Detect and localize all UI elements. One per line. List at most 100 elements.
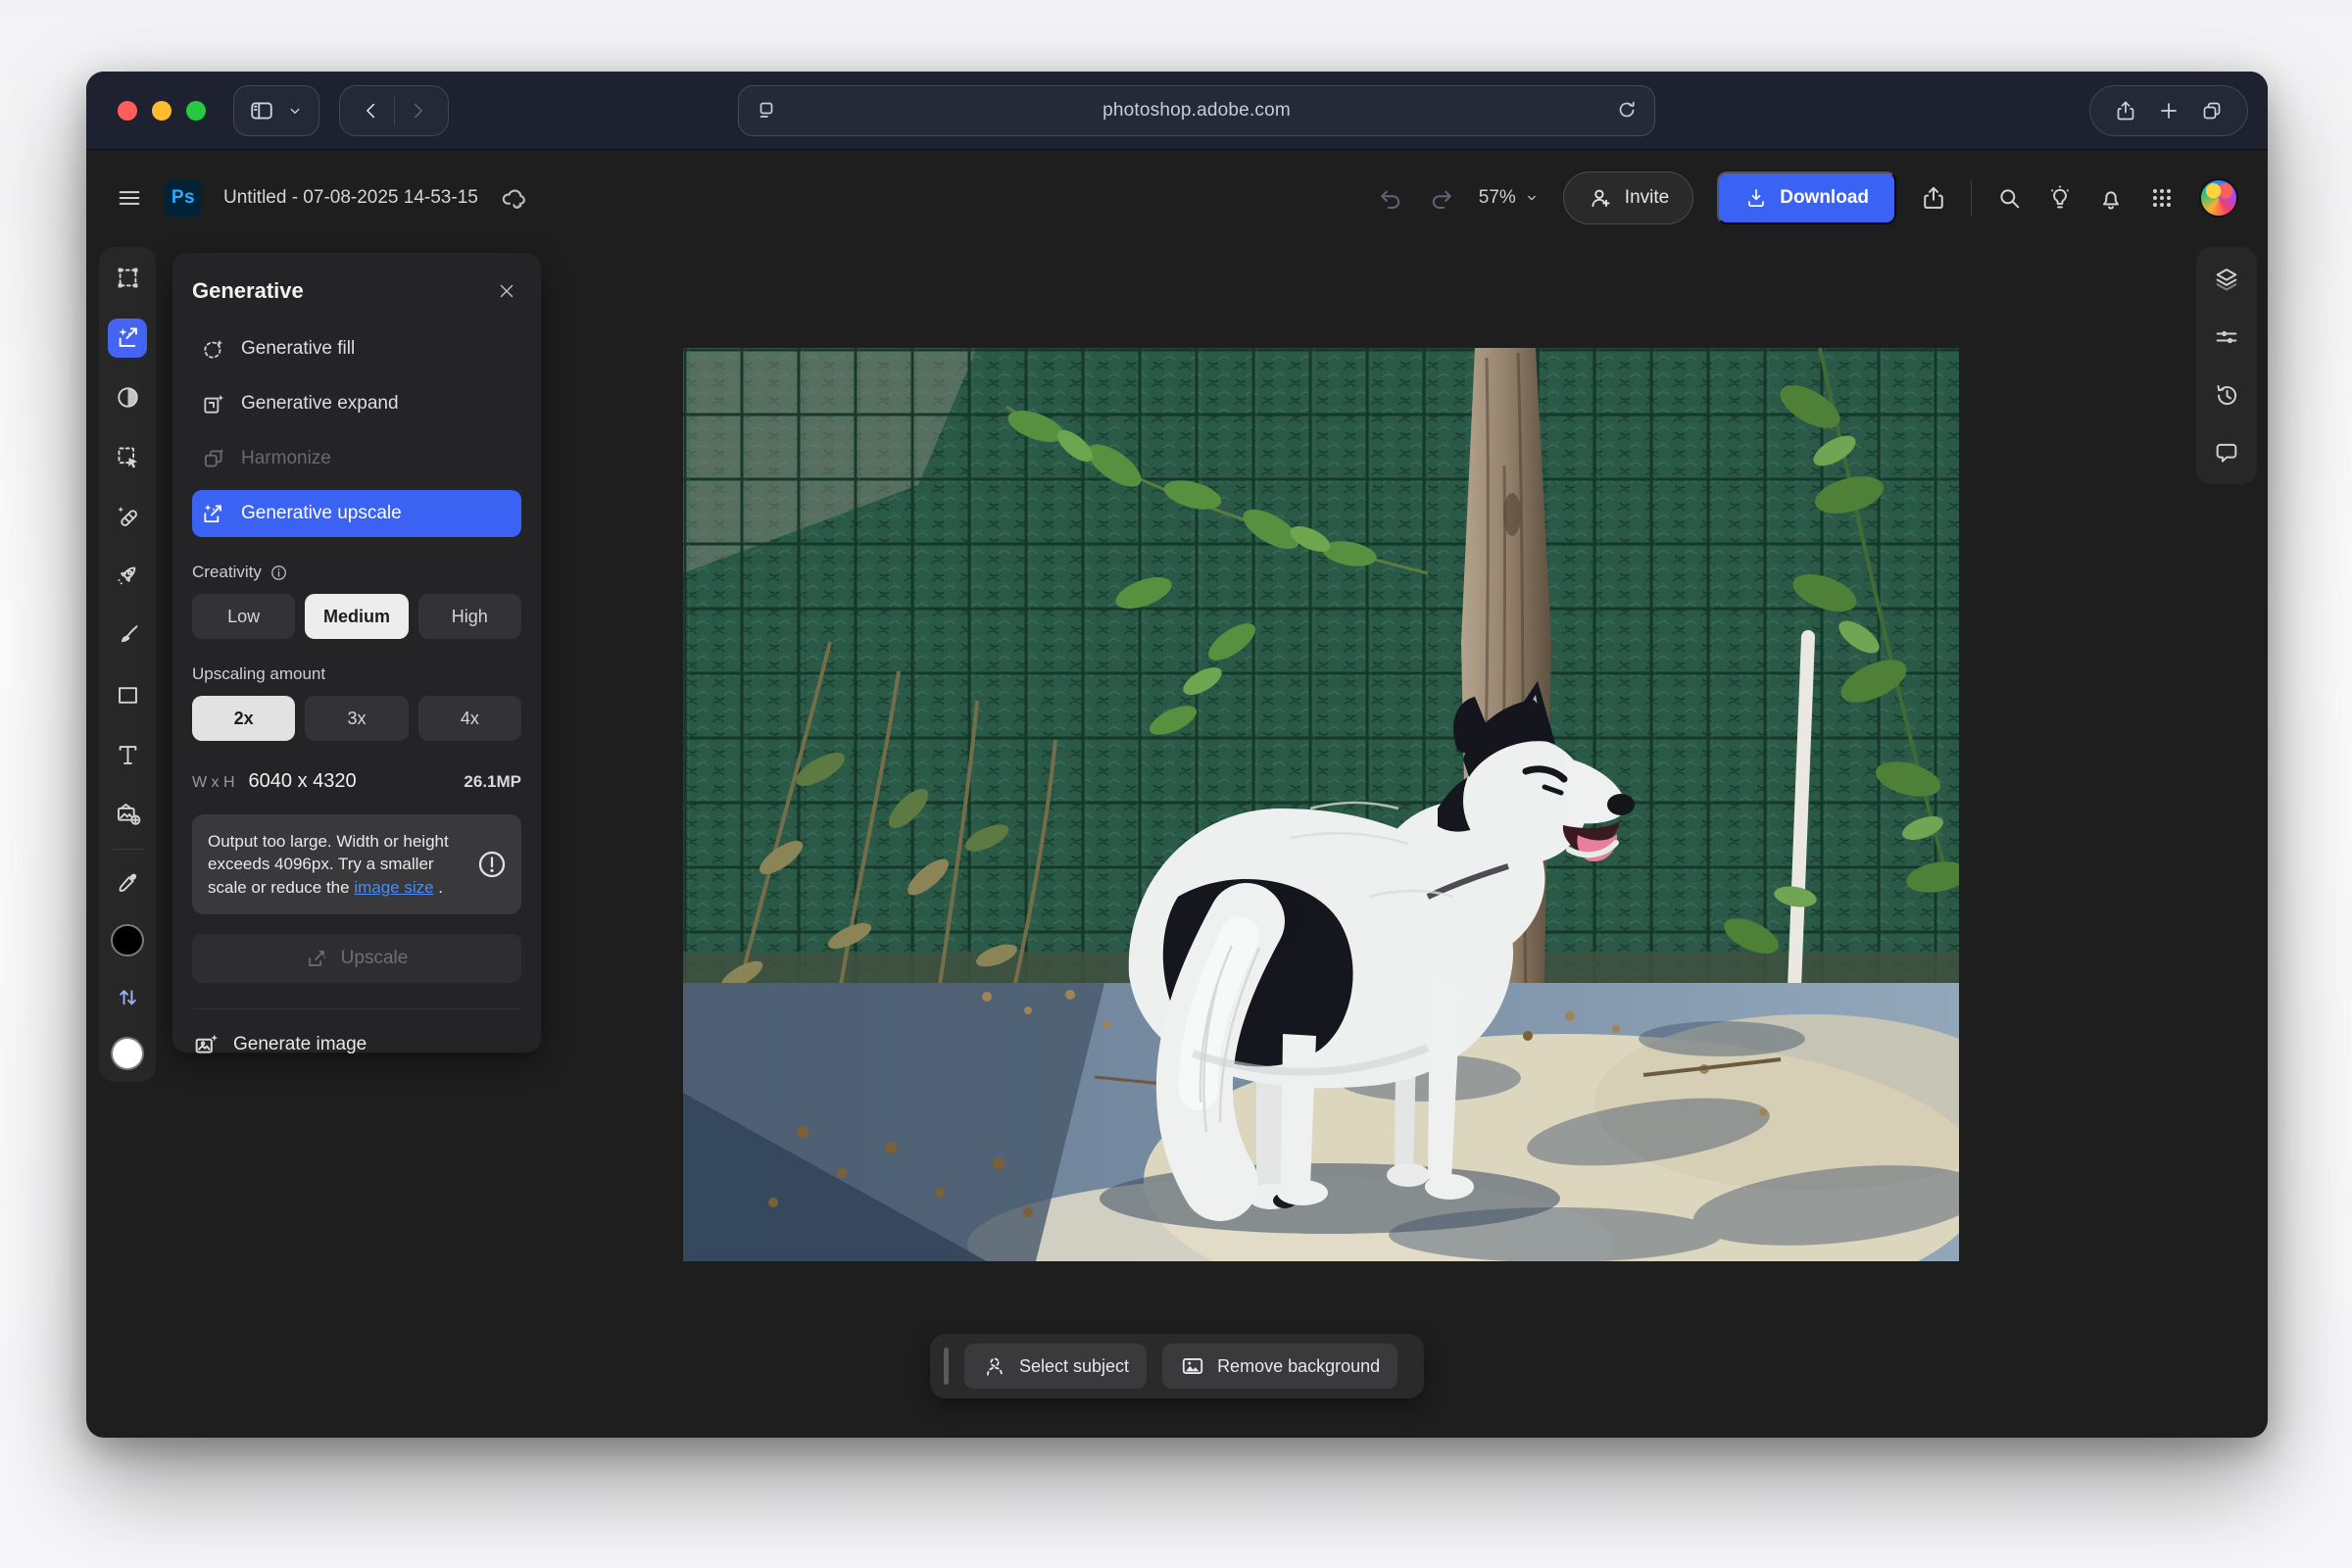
header-divider: [1971, 179, 1972, 217]
generate-image-label: Generate image: [233, 1034, 367, 1055]
upscale-4x-button[interactable]: 4x: [418, 696, 521, 741]
swap-colors-icon[interactable]: [108, 977, 147, 1016]
sidebar-toggle-group[interactable]: [233, 85, 319, 136]
bell-icon[interactable]: [2097, 184, 2125, 212]
back-icon[interactable]: [361, 100, 382, 122]
menu-item-label: Harmonize: [241, 448, 331, 469]
eyedropper-icon[interactable]: [108, 864, 147, 904]
select-subject-button[interactable]: Select subject: [964, 1344, 1147, 1389]
background-color-swatch[interactable]: [111, 1037, 144, 1070]
shape-icon[interactable]: [108, 675, 147, 714]
tabs-icon[interactable]: [2200, 99, 2224, 122]
canvas-image[interactable]: [683, 348, 1959, 1261]
upscaling-label: Upscaling amount: [192, 664, 325, 684]
apps-grid-icon[interactable]: [2148, 184, 2176, 212]
add-image-icon[interactable]: [108, 795, 147, 834]
url-text[interactable]: photoshop.adobe.com: [778, 100, 1615, 122]
minimize-window-button[interactable]: [152, 101, 172, 121]
select-subject-label: Select subject: [1019, 1356, 1129, 1377]
chevron-down-icon: [286, 102, 304, 120]
output-size-row: W x H 6040 x 4320 26.1MP: [192, 770, 521, 793]
harmonize-icon: [200, 446, 227, 471]
close-icon[interactable]: [492, 276, 521, 306]
lightbulb-icon[interactable]: [2046, 184, 2074, 212]
menu-icon[interactable]: [116, 184, 143, 212]
ps-logo[interactable]: Ps: [165, 179, 202, 217]
dog-photo-illustration: [683, 348, 1959, 1261]
layers-icon[interactable]: [2207, 261, 2246, 297]
forward-icon[interactable]: [407, 100, 428, 122]
new-tab-icon[interactable]: [2157, 99, 2180, 122]
adjust-icon[interactable]: [108, 378, 147, 417]
export-icon[interactable]: [1920, 184, 1947, 212]
drag-handle[interactable]: [944, 1348, 949, 1385]
info-icon[interactable]: [270, 564, 288, 582]
generate-image-row[interactable]: Generate image: [192, 1008, 521, 1058]
avatar[interactable]: [2199, 178, 2238, 218]
history-icon[interactable]: [2207, 376, 2246, 413]
upscale-2x-button[interactable]: 2x: [192, 696, 295, 741]
reload-icon[interactable]: [1615, 99, 1639, 122]
warning-card: Output too large. Width or height exceed…: [192, 814, 521, 914]
zoom-window-button[interactable]: [186, 101, 206, 121]
invite-label: Invite: [1625, 187, 1669, 209]
menu-item-label: Generative expand: [241, 393, 399, 415]
zoom-level-value: 57%: [1479, 187, 1516, 209]
menu-item-label: Generative upscale: [241, 503, 402, 524]
remove-background-label: Remove background: [1217, 1356, 1380, 1377]
size-label: W x H: [192, 774, 235, 792]
comments-icon[interactable]: [2207, 434, 2246, 470]
tool-rail: [99, 247, 156, 1082]
undo-icon[interactable]: [1377, 184, 1404, 212]
menu-item-generative-upscale[interactable]: Generative upscale: [192, 490, 521, 537]
tool-rail-divider: [111, 849, 144, 850]
creativity-medium-button[interactable]: Medium: [305, 594, 408, 639]
effects-icon[interactable]: [108, 557, 147, 596]
close-window-button[interactable]: [118, 101, 137, 121]
menu-item-generative-fill[interactable]: Generative fill: [192, 321, 521, 376]
generative-tool-icon[interactable]: [108, 318, 147, 358]
download-button[interactable]: Download: [1717, 172, 1896, 224]
heal-icon[interactable]: [108, 497, 147, 536]
upscale-button[interactable]: Upscale: [192, 934, 521, 983]
move-selection-icon[interactable]: [108, 437, 147, 476]
warning-text-after: .: [434, 878, 443, 897]
upscale-icon: [306, 947, 329, 970]
warning-icon: [476, 849, 508, 880]
creativity-label: Creativity: [192, 563, 262, 582]
menu-item-label: Generative fill: [241, 338, 355, 360]
menu-item-generative-expand[interactable]: Generative expand: [192, 376, 521, 431]
brush-icon[interactable]: [108, 616, 147, 656]
right-rail: [2196, 247, 2257, 484]
size-value: 6040 x 4320: [249, 770, 357, 793]
image-size-link[interactable]: image size: [354, 878, 433, 897]
cloud-sync-icon[interactable]: [500, 183, 529, 213]
creativity-section: Creativity: [192, 563, 521, 582]
search-icon[interactable]: [1995, 184, 2023, 212]
url-bar[interactable]: photoshop.adobe.com: [738, 85, 1655, 136]
upscaling-section: Upscaling amount: [192, 664, 521, 684]
generative-fill-icon: [200, 336, 227, 362]
chevron-down-icon: [1524, 190, 1540, 206]
properties-icon[interactable]: [2207, 318, 2246, 355]
remove-background-button[interactable]: Remove background: [1162, 1344, 1397, 1389]
creativity-low-button[interactable]: Low: [192, 594, 295, 639]
invite-button[interactable]: Invite: [1563, 172, 1693, 224]
page-icon[interactable]: [755, 99, 778, 122]
type-icon[interactable]: [108, 735, 147, 774]
download-icon: [1744, 186, 1768, 210]
browser-window: photoshop.adobe.com Ps Untitled - 07-08-…: [86, 72, 2268, 1438]
creativity-high-button[interactable]: High: [418, 594, 521, 639]
redo-icon[interactable]: [1428, 184, 1455, 212]
panel-title: Generative: [192, 278, 304, 304]
share-icon[interactable]: [2114, 99, 2137, 122]
invite-icon: [1588, 185, 1613, 211]
transform-icon[interactable]: [108, 259, 147, 298]
foreground-color-swatch[interactable]: [111, 924, 144, 957]
menu-item-harmonize[interactable]: Harmonize: [192, 431, 521, 486]
warning-text: Output too large. Width or height exceed…: [208, 830, 465, 899]
quick-actions-bar: Select subject Remove background: [930, 1334, 1424, 1398]
upscale-3x-button[interactable]: 3x: [305, 696, 408, 741]
document-title[interactable]: Untitled - 07-08-2025 14-53-15: [223, 187, 478, 209]
zoom-level-control[interactable]: 57%: [1479, 187, 1540, 209]
